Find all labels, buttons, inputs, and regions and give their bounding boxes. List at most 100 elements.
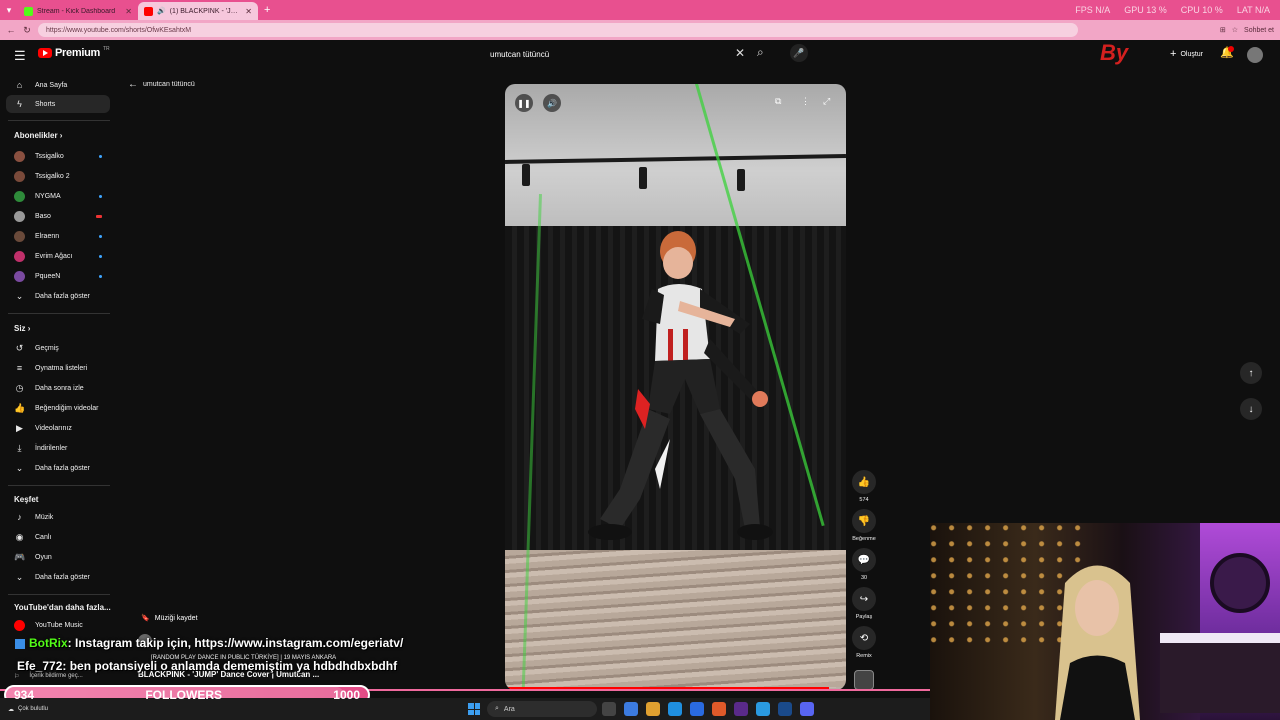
sidebar-item-label: Beğendiğim videolar xyxy=(35,404,99,412)
more-options-icon[interactable]: ⋮ xyxy=(801,96,810,107)
youtube-logo[interactable]: Premium TR xyxy=(38,46,110,59)
dislike-button[interactable]: 👎 Beğenme xyxy=(850,509,878,542)
save-music-button[interactable]: 🔖 Müziği kaydet xyxy=(141,614,198,623)
close-tab-icon[interactable]: ✕ xyxy=(125,7,132,16)
fullscreen-icon[interactable]: ⤢ xyxy=(823,96,830,107)
extensions-icon[interactable]: ⊞ xyxy=(1220,26,1226,34)
like-button[interactable]: 👍 574 xyxy=(850,470,878,503)
sidebar-item-label: NYGMA xyxy=(35,192,61,200)
sidebar-item-live[interactable]: ◉ Canlı xyxy=(6,528,110,546)
youtube-music-icon xyxy=(14,619,25,631)
sidebar-item-downloads[interactable]: ⤓ İndirilenler xyxy=(6,439,110,457)
menu-icon[interactable]: ☰ xyxy=(14,48,26,64)
tab-list-icon[interactable]: ▾ xyxy=(0,0,18,20)
avatar xyxy=(14,190,25,202)
pause-icon[interactable]: ❚❚ xyxy=(515,94,533,112)
piano xyxy=(1160,633,1280,713)
sidebar-item-sub[interactable]: Tssigalko xyxy=(6,147,110,165)
next-short-button[interactable]: ↓ xyxy=(1240,398,1262,420)
discord-icon[interactable] xyxy=(800,702,814,716)
sound-thumbnail[interactable] xyxy=(850,670,878,690)
sidebar-item-music[interactable]: ♪ Müzik xyxy=(6,508,110,526)
share-label: Paylaş xyxy=(855,614,873,620)
speaker-icon[interactable]: 🔊 xyxy=(157,7,166,15)
taskbar-search-label: Ara xyxy=(503,705,515,713)
music-icon: ♪ xyxy=(17,512,22,522)
comment-icon: 💬 xyxy=(852,548,876,572)
sidebar-item-playlists[interactable]: ≡ Oynatma listeleri xyxy=(6,359,110,377)
webcam-overlay xyxy=(930,523,1280,720)
video-scene-lamp xyxy=(737,169,745,191)
account-avatar[interactable] xyxy=(1247,47,1263,63)
cpu-stat: CPU 10 % xyxy=(1180,5,1223,15)
start-button[interactable] xyxy=(468,703,480,715)
comments-button[interactable]: 💬 30 xyxy=(850,548,878,581)
back-to-channel[interactable]: ← umutcan tütüncü xyxy=(128,79,195,90)
back-icon[interactable]: ← xyxy=(6,25,16,35)
steam-icon[interactable] xyxy=(778,702,792,716)
lat-stat: LAT N/A xyxy=(1236,5,1270,15)
sidebar-item-sub[interactable]: Baso xyxy=(6,207,110,225)
task-view-icon[interactable] xyxy=(602,702,616,716)
close-tab-icon[interactable]: ✕ xyxy=(245,7,252,16)
show-more-explore[interactable]: ⌄ Daha fazla göster xyxy=(6,568,110,586)
edge-icon[interactable] xyxy=(668,702,682,716)
sidebar-item-your-videos[interactable]: ▶ Videolarınız xyxy=(6,419,110,437)
cloud-icon: ☁ xyxy=(8,706,14,713)
app-icon[interactable] xyxy=(690,702,704,716)
remix-button[interactable]: ⟲ Remix xyxy=(850,626,878,659)
sidebar-item-sub[interactable]: Elraenn xyxy=(6,227,110,245)
new-tab-button[interactable]: + xyxy=(264,4,270,16)
sidebar-item-watch-later[interactable]: ◷ Daha sonra izle xyxy=(6,379,110,397)
tab-youtube-short[interactable]: 🔊 (1) BLACKPINK - 'JUMP' Dance ✕ xyxy=(138,2,258,20)
like-icon: 👍 xyxy=(14,402,26,413)
sidebar-item-home[interactable]: ⌂ Ana Sayfa xyxy=(6,76,110,94)
create-button[interactable]: + Oluştur xyxy=(1162,45,1211,63)
sidebar-item-shorts[interactable]: ϟ Shorts xyxy=(6,95,110,113)
bookmark-icon[interactable]: ☆ xyxy=(1232,26,1238,34)
url-field[interactable]: https://www.youtube.com/shorts/OfwKEsaht… xyxy=(38,23,1078,37)
search-input[interactable]: umutcan tütüncü xyxy=(480,44,752,64)
chrome-icon[interactable] xyxy=(712,702,726,716)
sidebar-item-sub[interactable]: Tssigalko 2 xyxy=(6,167,110,185)
clear-search-icon[interactable]: ✕ xyxy=(735,46,745,60)
sidebar-item-label: Daha fazla göster xyxy=(35,292,90,300)
microphone-icon[interactable]: 🎤 xyxy=(790,44,808,62)
show-more-you[interactable]: ⌄ Daha fazla göster xyxy=(6,459,110,477)
show-more-subscriptions[interactable]: ⌄ Daha fazla göster xyxy=(6,287,110,305)
sidebar-item-sub[interactable]: Evrim Ağacı xyxy=(6,247,110,265)
sidebar-item-liked[interactable]: 👍 Beğendiğim videolar xyxy=(6,399,110,417)
previous-short-button[interactable]: ↑ xyxy=(1240,362,1262,384)
report-link[interactable]: ⚐ İçerik bildirme geç... xyxy=(14,673,83,680)
tab-kick-dashboard[interactable]: Stream - Kick Dashboard ✕ xyxy=(18,2,138,20)
copilot-icon[interactable] xyxy=(624,702,638,716)
sidebar-item-label: Shorts xyxy=(35,100,56,108)
shorts-video-player[interactable]: ❚❚ 🔊 ⧉ ⋮ ⤢ xyxy=(505,84,846,690)
file-explorer-icon[interactable] xyxy=(646,702,660,716)
live-indicator xyxy=(96,214,102,218)
sidebar-item-youtube-music[interactable]: YouTube Music xyxy=(6,616,110,634)
share-button[interactable]: ↪ Paylaş xyxy=(850,587,878,620)
taskbar-search[interactable]: ⌕ Ara xyxy=(487,701,597,717)
sidebar-item-label: Ana Sayfa xyxy=(35,81,68,89)
search-icon[interactable]: ⌕ xyxy=(757,45,764,60)
app-icon[interactable] xyxy=(734,702,748,716)
subscriptions-header[interactable]: Abonelikler › xyxy=(14,131,62,140)
chat-button[interactable]: Sohbet et xyxy=(1244,27,1274,34)
search-icon: ⌕ xyxy=(495,705,499,712)
chevron-down-icon: ⌄ xyxy=(15,290,24,301)
comment-count: 30 xyxy=(860,575,868,581)
more-from-youtube-header: YouTube'dan daha fazla... xyxy=(14,603,111,612)
app-icon[interactable] xyxy=(756,702,770,716)
volume-icon[interactable]: 🔊 xyxy=(543,94,561,112)
sidebar-item-sub[interactable]: PqueeN xyxy=(6,267,110,285)
home-icon: ⌂ xyxy=(16,80,23,90)
refresh-icon[interactable]: ↻ xyxy=(22,25,32,36)
sidebar-item-history[interactable]: ↺ Geçmiş xyxy=(6,339,110,357)
you-header[interactable]: Siz › xyxy=(14,324,30,333)
sidebar-item-label: Baso xyxy=(35,212,51,220)
captions-icon[interactable]: ⧉ xyxy=(775,96,781,107)
sidebar-item-gaming[interactable]: 🎮 Oyun xyxy=(6,548,110,566)
sidebar-item-sub[interactable]: NYGMA xyxy=(6,187,110,205)
thumbs-down-icon: 👎 xyxy=(852,509,876,533)
